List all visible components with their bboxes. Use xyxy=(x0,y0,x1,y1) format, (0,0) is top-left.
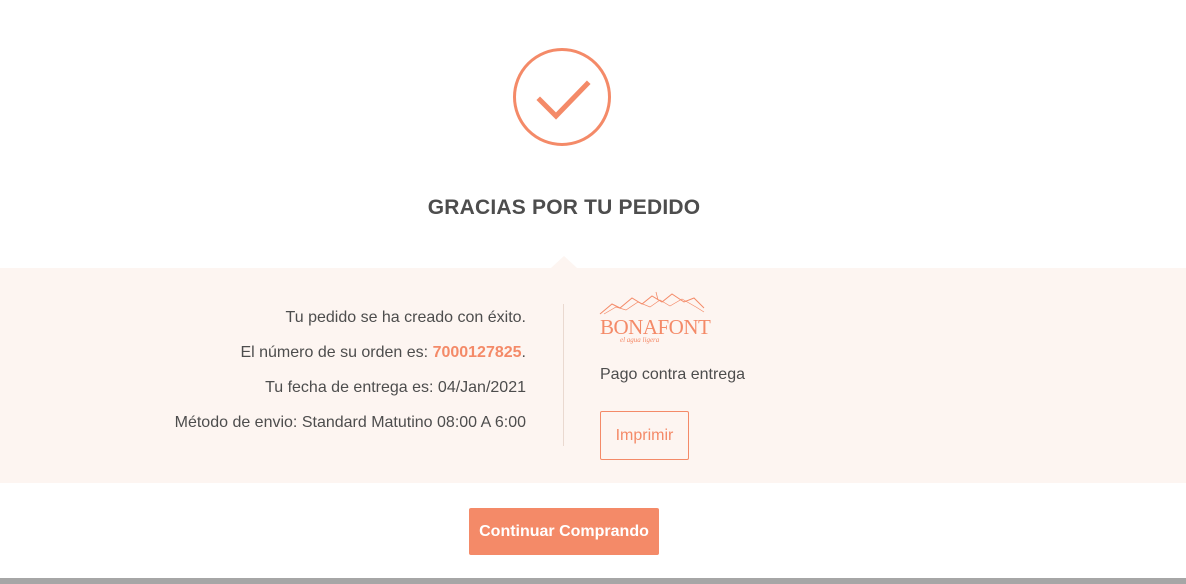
shipping-method-text: Método de envio: Standard Matutino 08:00… xyxy=(174,414,526,431)
order-created-text: Tu pedido se ha creado con éxito. xyxy=(285,309,526,326)
delivery-date-text: Tu fecha de entrega es: 04/Jan/2021 xyxy=(265,379,526,396)
order-number-label: El número de su orden es: xyxy=(240,344,433,361)
order-number: 7000127825 xyxy=(432,344,522,361)
order-confirmation-page: GRACIAS POR TU PEDIDO Tu pedido se ha cr… xyxy=(0,0,1186,584)
panel-arrow xyxy=(551,256,577,268)
continue-shopping-button[interactable]: Continuar Comprando xyxy=(469,508,659,555)
brand-tagline: el agua ligera xyxy=(620,336,660,344)
bottom-scrollbar xyxy=(0,578,1186,584)
order-number-suffix: . xyxy=(521,344,526,361)
print-button[interactable]: Imprimir xyxy=(600,411,689,460)
order-details: Tu pedido se ha creado con éxito. El núm… xyxy=(175,308,526,448)
checkmark-circle-icon xyxy=(513,48,611,146)
panel-divider xyxy=(563,304,564,446)
payment-method: Pago contra entrega xyxy=(600,366,745,383)
bonafont-logo: BONAFONT el agua ligera xyxy=(598,290,711,348)
checkmark-icon xyxy=(536,80,591,120)
order-number-line: El número de su orden es: 7000127825. xyxy=(175,343,526,378)
page-title: GRACIAS POR TU PEDIDO xyxy=(427,196,701,219)
